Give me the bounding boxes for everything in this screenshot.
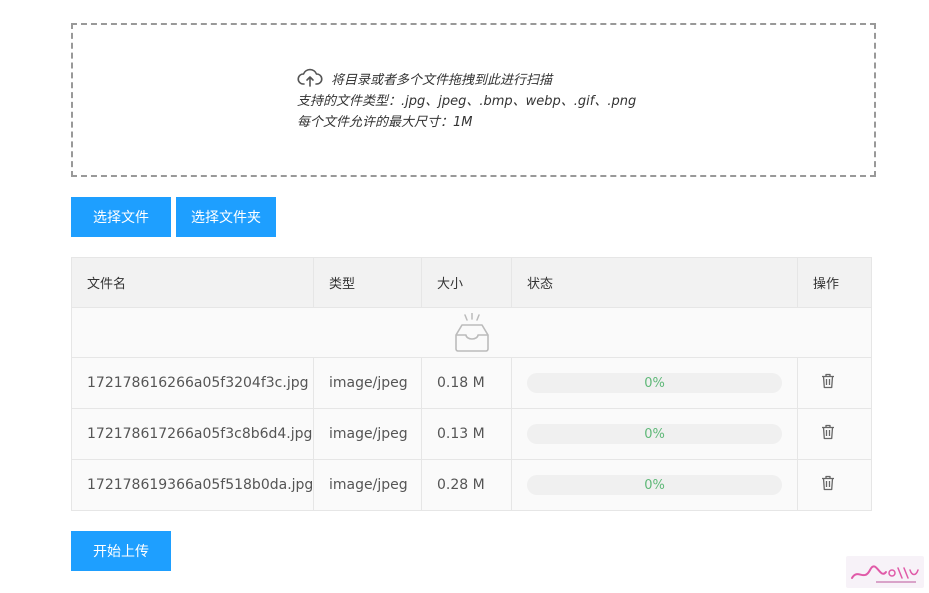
- progress-text: 0%: [644, 477, 665, 493]
- start-upload-button[interactable]: 开始上传: [71, 531, 171, 571]
- cell-size: 0.18 M: [421, 357, 512, 409]
- header-actions: 操作: [797, 257, 872, 308]
- drop-zone[interactable]: 将目录或者多个文件拖拽到此进行扫描 支持的文件类型：.jpg、jpeg、.bmp…: [71, 23, 876, 177]
- progress-text: 0%: [644, 426, 665, 442]
- trash-icon[interactable]: [821, 373, 835, 393]
- cell-filename: 172178617266a05f3c8b6d4.jpg: [71, 408, 314, 460]
- cell-status: 0%: [511, 408, 798, 460]
- cell-size: 0.28 M: [421, 459, 512, 511]
- table-row: 172178619366a05f518b0da.jpg image/jpeg 0…: [71, 459, 872, 511]
- select-folder-button[interactable]: 选择文件夹: [176, 197, 276, 237]
- progress-text: 0%: [644, 375, 665, 391]
- max-size: 每个文件允许的最大尺寸：1M: [297, 115, 473, 130]
- header-type: 类型: [313, 257, 422, 308]
- empty-inbox-icon: [453, 312, 491, 352]
- cell-size: 0.13 M: [421, 408, 512, 460]
- progress-bar: 0%: [527, 475, 782, 495]
- watermark-logo: [846, 556, 924, 588]
- file-table: 文件名 类型 大小 状态 操作 172178616266a05f3204f3c.…: [71, 257, 872, 511]
- drop-zone-content: 将目录或者多个文件拖拽到此进行扫描 支持的文件类型：.jpg、jpeg、.bmp…: [297, 67, 636, 131]
- cell-actions: [797, 357, 872, 409]
- cell-status: 0%: [511, 459, 798, 511]
- cell-type: image/jpeg: [313, 459, 422, 511]
- cell-filename: 172178619366a05f518b0da.jpg: [71, 459, 314, 511]
- empty-placeholder-row: [71, 307, 872, 358]
- drop-zone-hint-row: 将目录或者多个文件拖拽到此进行扫描: [297, 67, 636, 89]
- header-status: 状态: [511, 257, 798, 308]
- progress-bar: 0%: [527, 373, 782, 393]
- cell-actions: [797, 459, 872, 511]
- cell-type: image/jpeg: [313, 408, 422, 460]
- trash-icon[interactable]: [821, 424, 835, 444]
- table-header-row: 文件名 类型 大小 状态 操作: [71, 257, 872, 308]
- supported-types: 支持的文件类型：.jpg、jpeg、.bmp、webp、.gif、.png: [297, 94, 637, 109]
- cell-status: 0%: [511, 357, 798, 409]
- cell-filename: 172178616266a05f3204f3c.jpg: [71, 357, 314, 409]
- drop-zone-hint: 将目录或者多个文件拖拽到此进行扫描: [331, 72, 553, 88]
- header-filename: 文件名: [71, 257, 314, 308]
- upload-page: 将目录或者多个文件拖拽到此进行扫描 支持的文件类型：.jpg、jpeg、.bmp…: [0, 0, 929, 593]
- trash-icon[interactable]: [821, 475, 835, 495]
- cloud-upload-icon: [297, 68, 323, 88]
- cell-type: image/jpeg: [313, 357, 422, 409]
- table-row: 172178617266a05f3c8b6d4.jpg image/jpeg 0…: [71, 408, 872, 460]
- select-file-button[interactable]: 选择文件: [71, 197, 171, 237]
- cell-actions: [797, 408, 872, 460]
- table-row: 172178616266a05f3204f3c.jpg image/jpeg 0…: [71, 357, 872, 409]
- progress-bar: 0%: [527, 424, 782, 444]
- empty-placeholder-cell: [71, 307, 872, 358]
- header-size: 大小: [421, 257, 512, 308]
